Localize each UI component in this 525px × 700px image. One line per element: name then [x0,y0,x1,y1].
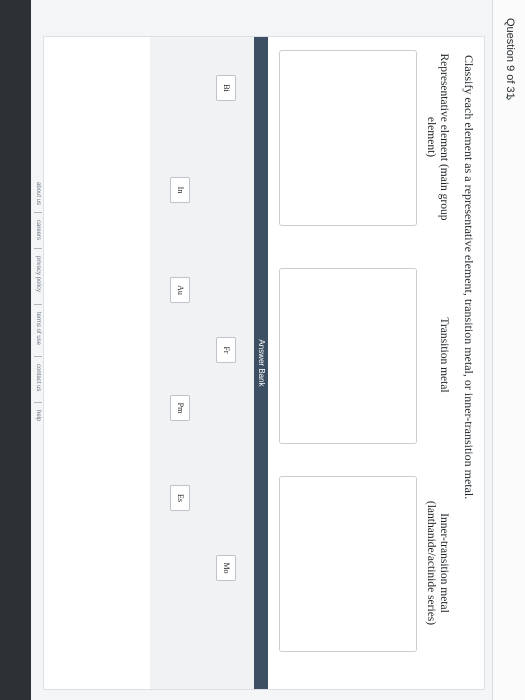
question-counter: Question 9 of 31 [504,18,516,99]
footer-link-help[interactable]: help [35,410,41,421]
drop-zone-transition[interactable] [279,268,417,444]
element-chip-pm[interactable]: Pm [170,395,190,421]
category-label-representative: Representative element (main group eleme… [425,53,450,221]
element-chip-es[interactable]: Es [170,485,190,511]
rotated-screen: Question 9 of 31 › Classify each element… [0,0,525,700]
answer-bank-header: Answer Bank [254,37,268,689]
footer-link-terms-of-use[interactable]: terms of use [35,312,41,345]
question-nav-bar: Question 9 of 31 › [492,0,525,700]
element-chip-au[interactable]: Au [170,277,190,303]
drop-zone-inner-transition[interactable] [279,476,417,652]
drop-zone-representative[interactable] [279,50,417,226]
element-chip-fr[interactable]: Fr [216,337,236,363]
category-label-transition: Transition metal [438,317,450,393]
answer-bank-row-2: In Au Pm Es [170,37,190,689]
answer-bank-row-1: Bi Fr Mo [216,37,236,689]
footer-link-careers[interactable]: careers [35,220,41,240]
footer-divider [34,248,42,249]
footer-links: about us careers privacy policy terms of… [31,36,43,688]
footer-link-contact-us[interactable]: contact us [35,364,41,391]
footer-divider [34,304,42,305]
question-prompt: Classify each element as a representativ… [462,55,476,500]
footer-link-privacy-policy[interactable]: privacy policy [35,256,41,292]
element-chip-in[interactable]: In [170,177,190,203]
answer-bank: Bi Fr Mo In Au Pm Es [150,37,254,689]
next-question-arrow-icon[interactable]: › [502,96,518,101]
footer-divider [34,402,42,403]
footer-divider [34,212,42,213]
element-chip-mo[interactable]: Mo [216,555,236,581]
element-chip-bi[interactable]: Bi [216,75,236,101]
footer-link-about-us[interactable]: about us [35,182,41,205]
question-panel: Classify each element as a representativ… [43,36,485,690]
monitor-bezel [0,0,31,700]
category-label-inner-transition: Inner-transition metal (lanthanide/actin… [425,500,450,626]
footer-divider [34,356,42,357]
